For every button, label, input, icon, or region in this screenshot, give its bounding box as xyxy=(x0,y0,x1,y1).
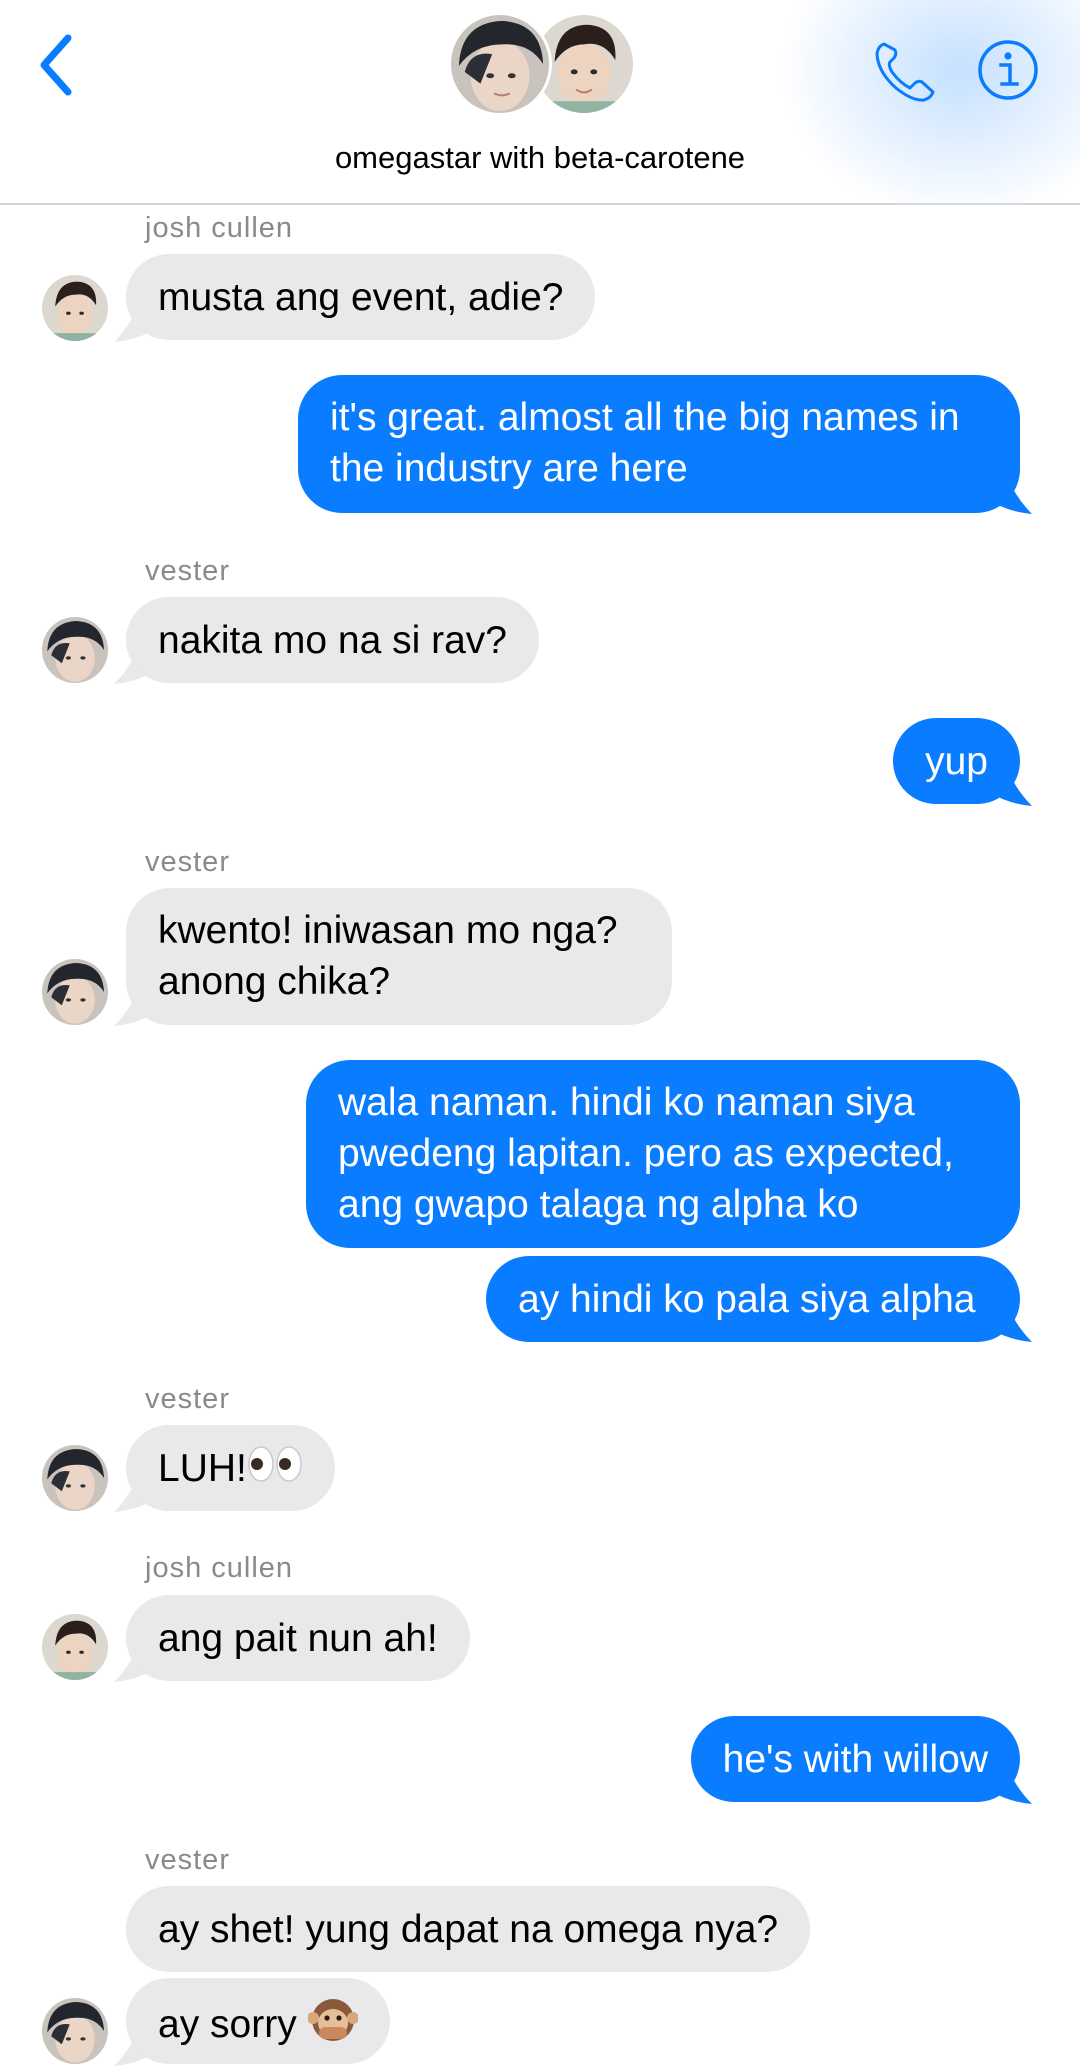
sender-name: vester xyxy=(145,555,230,587)
message-bubble-incoming[interactable]: musta ang event, adie? xyxy=(126,254,596,340)
eyes-emoji xyxy=(247,1444,303,1497)
chat-title[interactable]: omegastar with beta-carotene xyxy=(0,140,1080,176)
chevron-left-icon xyxy=(40,34,72,96)
sender-name: vester xyxy=(145,846,230,878)
conversation-header: omegastar with beta-carotene xyxy=(0,0,1080,205)
message-bubble-incoming[interactable]: nakita mo na si rav? xyxy=(126,597,540,683)
avatar-josh-cullen xyxy=(42,275,108,341)
message-text: LUH! xyxy=(158,1447,247,1490)
sender-name: josh cullen xyxy=(145,1552,294,1584)
avatar-josh-cullen xyxy=(42,1614,108,1680)
message-bubble-outgoing[interactable]: ay hindi ko pala siya alpha xyxy=(486,1256,1020,1342)
phone-icon xyxy=(875,42,935,102)
avatar-vester xyxy=(42,1998,108,2064)
sender-name: vester xyxy=(145,1844,230,1876)
message-bubble-outgoing[interactable]: he's with willow xyxy=(690,1716,1020,1802)
back-button[interactable] xyxy=(30,30,90,100)
message-text: ay sorry xyxy=(158,2002,297,2046)
avatar-vester xyxy=(42,617,108,683)
group-avatars[interactable] xyxy=(448,12,638,116)
message-bubble-outgoing[interactable]: it's great. almost all the big names in … xyxy=(298,375,1020,513)
sender-name: vester xyxy=(145,1383,230,1415)
call-button[interactable] xyxy=(870,38,938,106)
message-bubble-outgoing[interactable]: yup xyxy=(893,718,1020,804)
info-button[interactable] xyxy=(976,38,1040,102)
avatar-vester xyxy=(42,959,108,1025)
info-icon xyxy=(978,40,1038,100)
sender-name: josh cullen xyxy=(145,212,294,244)
message-bubble-incoming[interactable]: kwento! iniwasan mo nga? anong chika? xyxy=(126,888,672,1025)
message-bubble-incoming[interactable]: LUH! xyxy=(126,1425,335,1511)
message-bubble-outgoing[interactable]: wala naman. hindi ko naman siya pwedeng … xyxy=(306,1060,1020,1248)
message-bubble-incoming[interactable]: ang pait nun ah! xyxy=(126,1595,470,1681)
speak-no-evil-monkey-emoji xyxy=(306,1996,359,2057)
avatar-vester xyxy=(42,1445,108,1511)
message-bubble-incoming[interactable]: ay sorry xyxy=(126,1978,390,2064)
message-bubble-incoming[interactable]: ay shet! yung dapat na omega nya? xyxy=(126,1886,811,1972)
group-avatar-vester xyxy=(448,12,552,116)
